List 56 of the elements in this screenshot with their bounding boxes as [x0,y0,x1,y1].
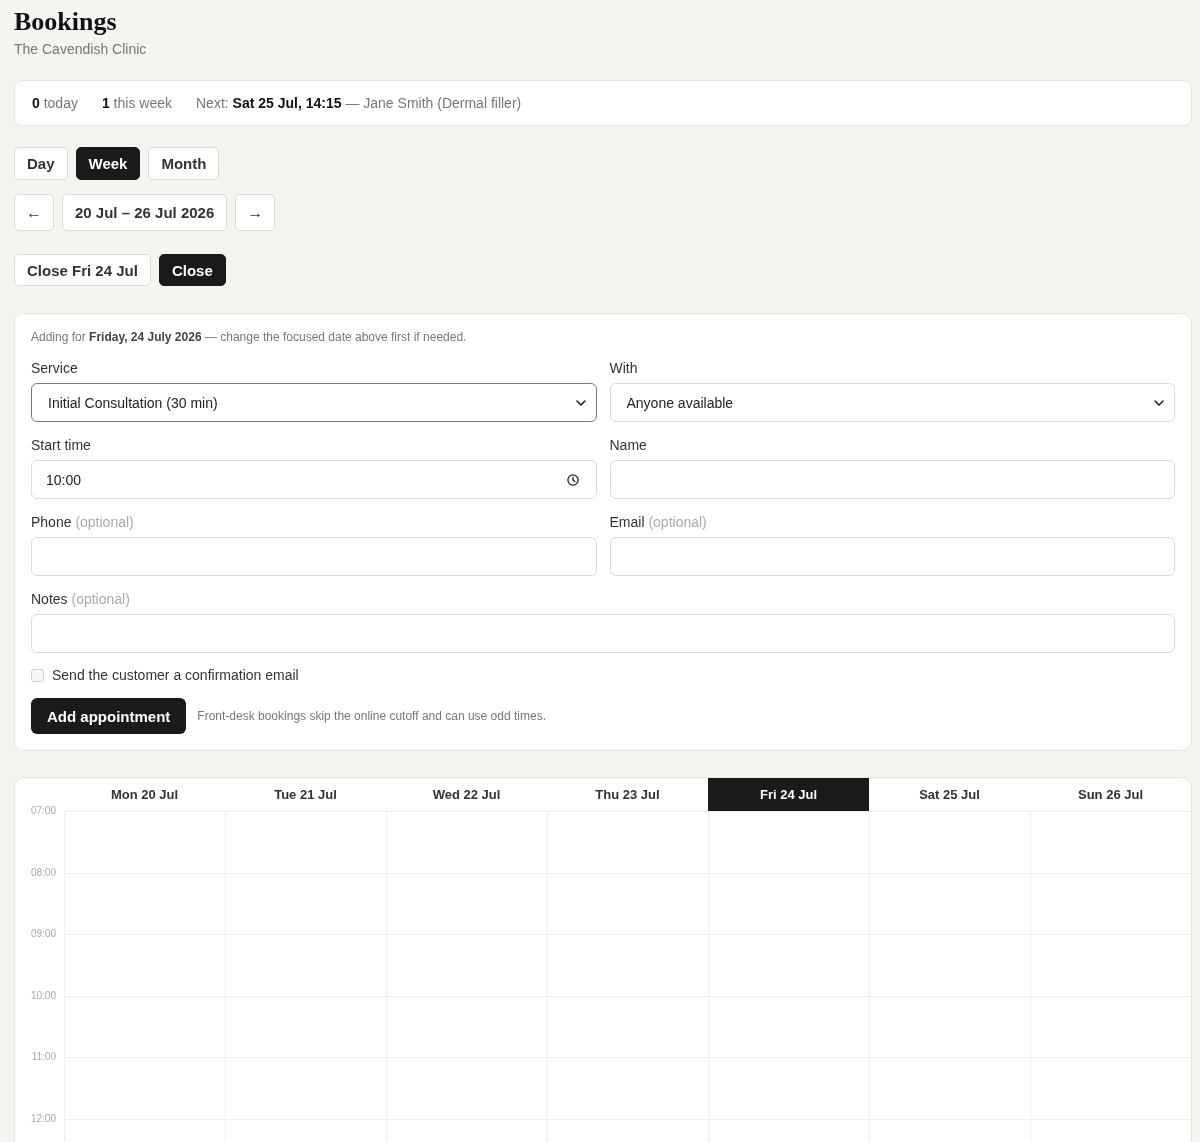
text-field[interactable] [31,614,1175,653]
hour-label: 07:00 [30,805,56,817]
form-note: Adding for Friday, 24 July 2026 — change the focused date above first if needed. [31,329,468,345]
checkbox[interactable] [31,668,44,682]
hour-label: 08:00 [30,866,56,879]
hour-label: 09:00 [30,928,56,940]
summary-stat: 1 this week [101,95,172,111]
chevron-down-icon [575,399,586,406]
day-header[interactable]: Mon 20 Jul [64,778,225,811]
add-appointment-button[interactable]: Add appointment [31,698,187,734]
clinic-name: The Cavendish Clinic [14,40,147,59]
time-slot[interactable] [708,811,869,873]
text-field[interactable] [31,537,597,576]
close-button[interactable]: Close [158,254,226,286]
time-slot[interactable] [869,811,1030,873]
view-tab[interactable]: Week [75,147,141,180]
time-slot[interactable] [547,811,708,873]
day-header[interactable]: Sat 25 Jul [869,778,1030,811]
view-tab[interactable]: Day [14,147,68,180]
day-header[interactable]: Sun 26 Jul [1030,778,1191,811]
summary-stat: Next: Sat 25 Jul, 14:15 — Jane Smith (Dermal filler) [196,95,522,111]
field-label: Email (optional) [609,513,707,531]
checkbox-label: Send the customer a confirmation email [52,667,299,683]
field-label: Name [609,436,647,454]
field-label: Service [31,359,78,377]
text-field[interactable] [609,537,1175,576]
chevron-down-icon [1154,399,1164,406]
hour-label: 11:00 [31,1051,56,1063]
day-header[interactable]: Thu 23 Jul [547,778,708,811]
clock-icon [566,473,579,486]
text-field[interactable] [609,460,1175,499]
day-header[interactable]: Tue 21 Jul [225,778,386,811]
time-slot[interactable] [1030,811,1191,873]
time-slot[interactable] [1030,1057,1191,1119]
day-header[interactable]: Fri 24 Jul [708,778,869,811]
submit-hint: Front-desk bookings skip the online cutoff and can use odd times. [197,709,546,723]
field-label: Start time [31,436,91,454]
field-label: Notes (optional) [31,590,130,608]
time-slot[interactable] [1030,872,1191,934]
previous-button[interactable]: ← [14,194,54,231]
dropdown-field[interactable]: Initial Consultation (30 min) [31,383,597,422]
page-title: Bookings [14,6,117,37]
time-slot[interactable] [1030,995,1191,1057]
field-label: Phone (optional) [31,513,134,531]
time-slot[interactable] [1030,934,1191,996]
hour-label: 10:00 [30,989,56,1002]
day-header[interactable]: Wed 22 Jul [386,778,547,811]
next-button[interactable]: → [235,194,276,231]
field-label: With [609,359,638,377]
hour-label: 12:00 [30,1112,56,1125]
dropdown-field[interactable]: Anyone available [609,383,1175,422]
close-day-button[interactable]: Close Fri 24 Jul [14,254,151,286]
view-tab[interactable]: Month [148,147,220,180]
date-range-button[interactable]: 20 Jul – 26 Jul 2026 [62,194,228,231]
time-field[interactable]: 10:00 [31,460,597,499]
summary-stat: 0 today [32,95,78,111]
